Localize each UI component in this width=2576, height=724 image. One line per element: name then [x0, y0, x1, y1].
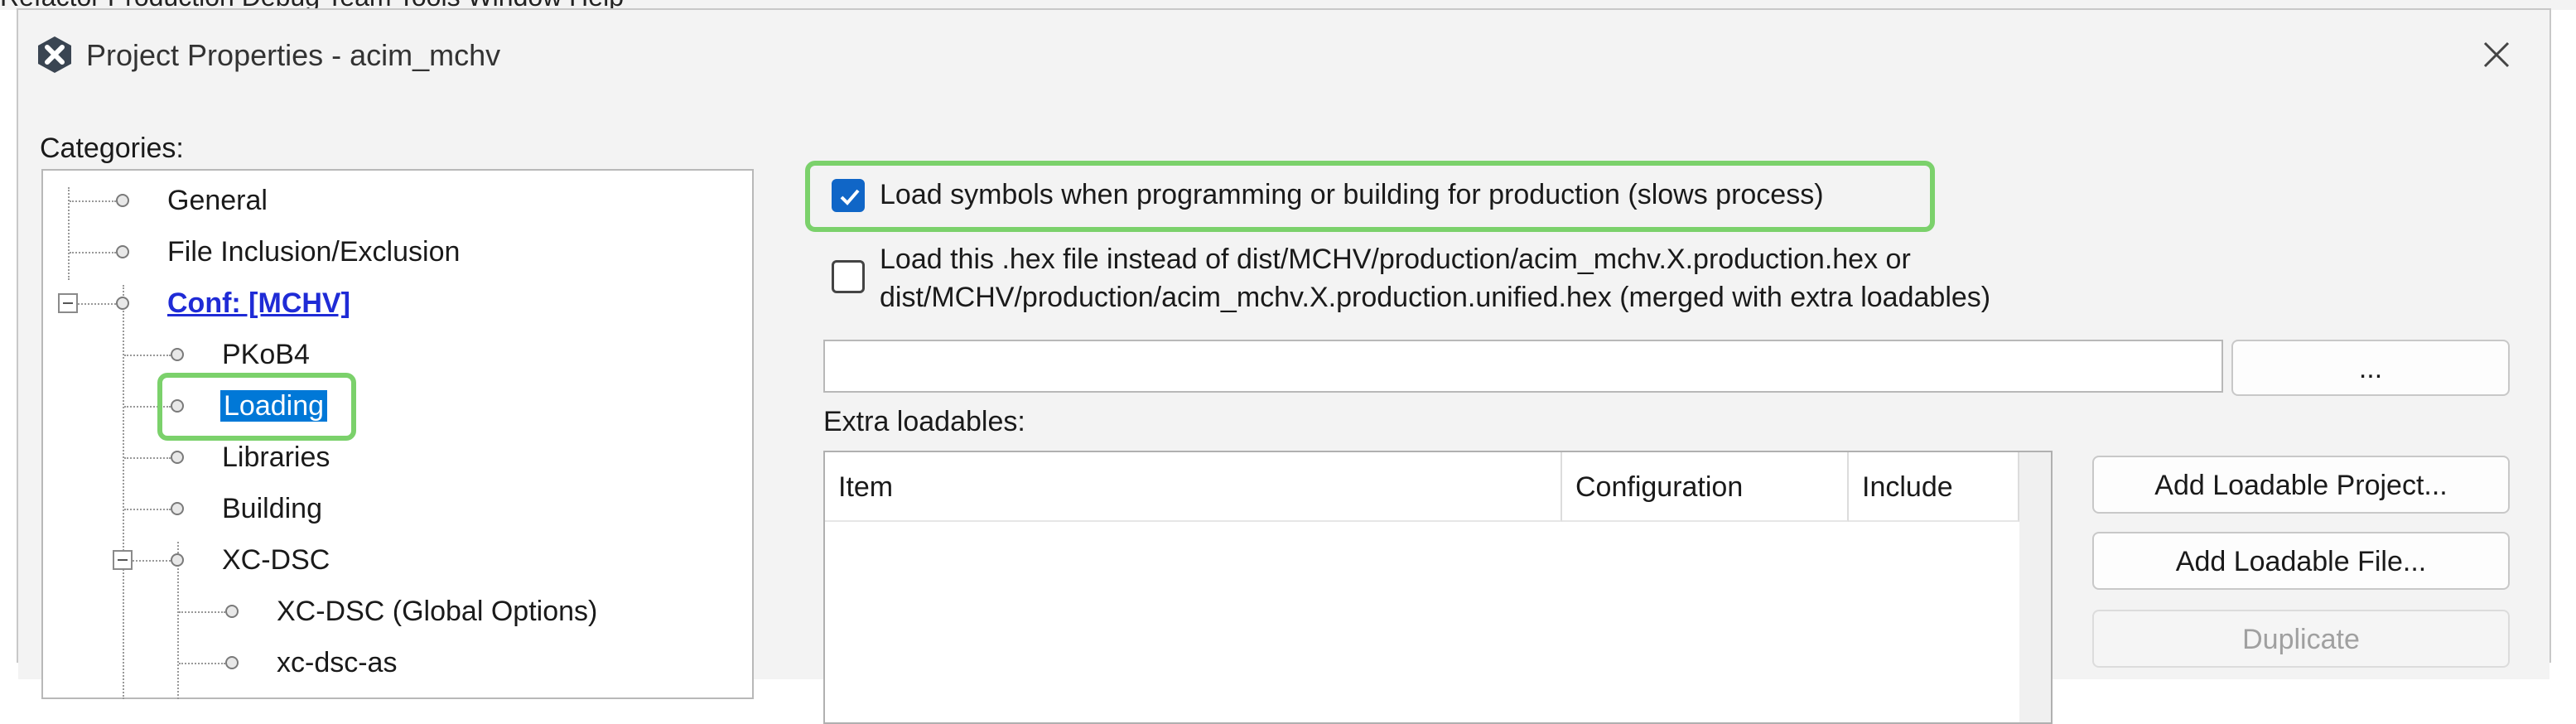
- tree-item-xc-dsc[interactable]: XC-DSC: [222, 537, 330, 583]
- collapse-toggle[interactable]: [58, 293, 78, 313]
- tree-item-pkob4[interactable]: PKoB4: [222, 331, 310, 378]
- column-header-configuration[interactable]: Configuration: [1562, 452, 1849, 522]
- tree-item-xc-dsc-as[interactable]: xc-dsc-as: [277, 640, 397, 686]
- title-bar: Project Properties - acim_mchv: [18, 10, 2549, 100]
- tree-node-icon: [171, 451, 184, 464]
- column-header-item[interactable]: Item: [825, 452, 1562, 522]
- add-loadable-file-button[interactable]: Add Loadable File...: [2092, 532, 2510, 590]
- tree-item-label: Conf: [MCHV]: [167, 287, 350, 319]
- browse-button[interactable]: ...: [2231, 340, 2510, 396]
- tree-item-label: Building: [222, 493, 322, 524]
- tree-node-icon: [225, 656, 239, 669]
- app-logo-icon: [38, 36, 71, 73]
- dialog-body: Categories: General File Inclusion/Exclu…: [18, 99, 2549, 724]
- close-icon[interactable]: [2477, 35, 2516, 75]
- tree-item-label: XC-DSC: [222, 544, 330, 576]
- tree-node-icon: [116, 194, 129, 207]
- tree-item-conf[interactable]: Conf: [MCHV]: [167, 280, 350, 326]
- load-hex-label-line1: Load this .hex file instead of dist/MCHV…: [880, 244, 1911, 275]
- tree-item-label: PKoB4: [222, 339, 310, 370]
- tree-item-label: Libraries: [222, 442, 330, 473]
- tree-item-label: xc-dsc-as: [277, 647, 398, 678]
- collapse-toggle[interactable]: [113, 550, 133, 570]
- table-scrollbar[interactable]: [2019, 452, 2051, 722]
- categories-tree[interactable]: General File Inclusion/Exclusion Conf: […: [41, 169, 754, 699]
- tree-item-file-inclusion[interactable]: File Inclusion/Exclusion: [167, 229, 460, 275]
- tree-node-icon: [171, 502, 184, 515]
- tree-item-label: General: [167, 185, 268, 216]
- project-properties-dialog: Project Properties - acim_mchv Categorie…: [17, 8, 2551, 724]
- loading-highlight: [157, 373, 356, 441]
- tree-item-general[interactable]: General: [167, 177, 268, 224]
- extra-loadables-table[interactable]: Item Configuration Include: [823, 451, 2053, 724]
- dialog-title: Project Properties - acim_mchv: [86, 38, 501, 72]
- tree-item-building[interactable]: Building: [222, 485, 322, 532]
- tree-node-icon: [116, 245, 129, 258]
- load-symbols-highlight: [805, 161, 1935, 232]
- tree-item-xc-dsc-global[interactable]: XC-DSC (Global Options): [277, 588, 597, 635]
- column-header-include[interactable]: Include: [1849, 452, 2019, 522]
- tree-item-label: File Inclusion/Exclusion: [167, 236, 461, 268]
- load-hex-label-line2: dist/MCHV/production/acim_mchv.X.product…: [880, 282, 1991, 313]
- categories-label: Categories:: [40, 133, 184, 164]
- tree-node-icon: [116, 297, 129, 310]
- tree-item-label: XC-DSC (Global Options): [277, 596, 598, 627]
- extra-loadables-label: Extra loadables:: [823, 406, 1025, 437]
- add-loadable-project-button[interactable]: Add Loadable Project...: [2092, 456, 2510, 514]
- duplicate-button[interactable]: Duplicate: [2092, 610, 2510, 668]
- tree-item-libraries[interactable]: Libraries: [222, 434, 330, 480]
- hex-path-input[interactable]: [823, 340, 2223, 393]
- tree-node-icon: [171, 553, 184, 567]
- tree-node-icon: [171, 348, 184, 361]
- load-hex-checkbox[interactable]: [832, 260, 865, 293]
- tree-node-icon: [225, 605, 239, 618]
